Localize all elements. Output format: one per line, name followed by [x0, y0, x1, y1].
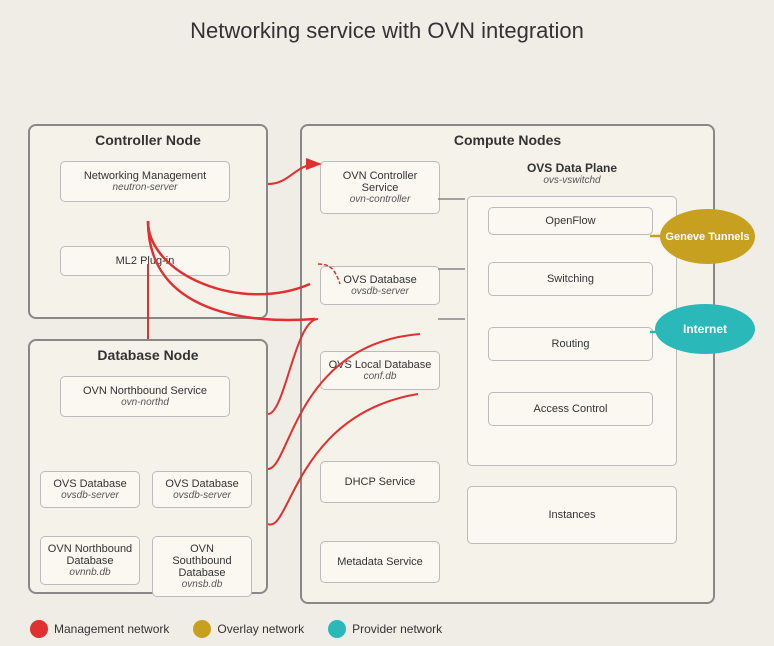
legend-management: Management network [30, 620, 169, 638]
ovn-controller-service-label: OVN Controller Service [329, 170, 431, 194]
ovn-northbound-db-box: OVN Northbound Database ovnnb.db [40, 536, 140, 585]
main-title: Networking service with OVN integration [0, 0, 774, 54]
ovn-northbound-db-label: OVN Northbound Database [47, 543, 133, 567]
switching-box: Switching [488, 262, 653, 296]
ovs-data-plane-box: OpenFlow Switching Routing Access Contro… [467, 196, 677, 466]
routing-label: Routing [499, 338, 642, 350]
internet-label: Internet [683, 322, 727, 336]
legend-overlay: Overlay network [193, 620, 304, 638]
ml2-plugin-box: ML2 Plug-in [60, 246, 230, 276]
ovs-data-plane-header: OVS Data Plane ovs-vswitchd [467, 161, 677, 186]
ovs-db-right-box: OVS Database ovsdb-server [152, 471, 252, 508]
ovn-northbound-db-sublabel: ovnnb.db [47, 567, 133, 578]
ovn-controller-service-sublabel: ovn-controller [329, 194, 431, 205]
ovs-db-left-box: OVS Database ovsdb-server [40, 471, 140, 508]
ovn-northbound-service-box: OVN Northbound Service ovn-northd [60, 376, 230, 417]
access-control-box: Access Control [488, 392, 653, 426]
legend-management-icon [30, 620, 48, 638]
ovn-northbound-service-sublabel: ovn-northd [69, 397, 221, 408]
metadata-service-box: Metadata Service [320, 541, 440, 583]
switching-label: Switching [499, 273, 642, 285]
legend-provider: Provider network [328, 620, 442, 638]
openflow-label: OpenFlow [496, 215, 645, 227]
ovn-southbound-db-box: OVN Southbound Database ovnsb.db [152, 536, 252, 597]
database-node-title: Database Node [30, 341, 266, 365]
instances-label: Instances [478, 509, 666, 521]
networking-mgmt-sublabel: neutron-server [69, 182, 221, 193]
networking-mgmt-box: Networking Management neutron-server [60, 161, 230, 202]
ovs-data-plane-label: OVS Data Plane [467, 161, 677, 175]
legend-overlay-label: Overlay network [217, 622, 304, 636]
database-node: Database Node OVN Northbound Service ovn… [28, 339, 268, 594]
ovs-data-plane-sublabel: ovs-vswitchd [467, 175, 677, 186]
ovn-southbound-db-sublabel: ovnsb.db [159, 579, 245, 590]
routing-box: Routing [488, 327, 653, 361]
ovs-db-left-label: OVS Database [47, 478, 133, 490]
internet: Internet [655, 304, 755, 354]
controller-node: Controller Node Networking Management ne… [28, 124, 268, 319]
instances-box: Instances [467, 486, 677, 544]
ovs-db-left-sublabel: ovsdb-server [47, 490, 133, 501]
ovn-southbound-db-label: OVN Southbound Database [159, 543, 245, 579]
legend-management-label: Management network [54, 622, 169, 636]
networking-mgmt-label: Networking Management [69, 170, 221, 182]
compute-node-title: Compute Nodes [302, 126, 713, 150]
compute-node: Compute Nodes OVN Controller Service ovn… [300, 124, 715, 604]
ovs-db-right-sublabel: ovsdb-server [159, 490, 245, 501]
ml2-plugin-label: ML2 Plug-in [69, 255, 221, 267]
geneve-tunnels-label: Geneve Tunnels [665, 231, 749, 243]
ovs-db-right-label: OVS Database [159, 478, 245, 490]
legend-provider-icon [328, 620, 346, 638]
controller-node-title: Controller Node [30, 126, 266, 150]
openflow-box: OpenFlow [488, 207, 653, 235]
legend: Management network Overlay network Provi… [30, 620, 442, 638]
legend-provider-label: Provider network [352, 622, 442, 636]
access-control-label: Access Control [499, 403, 642, 415]
geneve-tunnels: Geneve Tunnels [660, 209, 755, 264]
ovs-database-sublabel: ovsdb-server [328, 286, 432, 297]
ovs-local-db-sublabel: conf.db [328, 371, 432, 382]
metadata-service-label: Metadata Service [328, 556, 432, 568]
dhcp-service-box: DHCP Service [320, 461, 440, 503]
ovs-database-label: OVS Database [328, 274, 432, 286]
dhcp-service-label: DHCP Service [328, 476, 432, 488]
ovs-local-db-box: OVS Local Database conf.db [320, 351, 440, 390]
ovs-database-box: OVS Database ovsdb-server [320, 266, 440, 305]
ovn-northbound-service-label: OVN Northbound Service [69, 385, 221, 397]
ovs-local-db-label: OVS Local Database [328, 359, 432, 371]
ovn-controller-service-box: OVN Controller Service ovn-controller [320, 161, 440, 214]
legend-overlay-icon [193, 620, 211, 638]
